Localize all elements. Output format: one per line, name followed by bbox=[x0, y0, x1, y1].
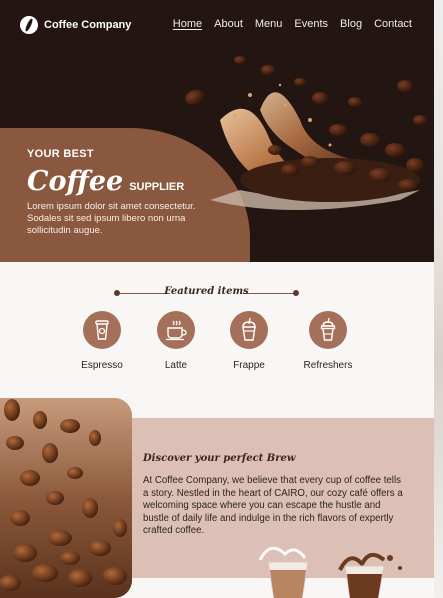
espresso-cup-icon bbox=[83, 311, 121, 349]
frappe-cup-icon bbox=[230, 311, 268, 349]
nav-link-about[interactable]: About bbox=[214, 18, 243, 30]
featured-item-label: Espresso bbox=[81, 360, 123, 371]
featured-heading: Featured items bbox=[114, 286, 299, 300]
featured-item-label: Latte bbox=[164, 360, 188, 371]
nav-menu: Home About Menu Events Blog Contact bbox=[173, 18, 412, 30]
coffee-bean-logo-icon bbox=[20, 16, 38, 34]
featured-item-refreshers[interactable]: Refreshers bbox=[288, 311, 368, 371]
hero-eyebrow: YOUR BEST bbox=[27, 148, 94, 160]
brand-name: Coffee Company bbox=[44, 19, 132, 31]
featured-item-frappe[interactable]: Frappe bbox=[209, 311, 289, 371]
coffee-cups-image bbox=[258, 546, 402, 598]
hero-script-word: Coffee bbox=[27, 166, 124, 197]
featured-item-espresso[interactable]: Espresso bbox=[62, 311, 142, 371]
coffee-beans-image bbox=[0, 398, 132, 598]
latte-mug-icon bbox=[157, 311, 195, 349]
featured-heading-label: Featured items bbox=[164, 286, 249, 297]
discover-title: Discover your perfect Brew bbox=[143, 453, 296, 464]
coffee-splash-image bbox=[185, 56, 427, 210]
featured-item-label: Refreshers bbox=[303, 360, 353, 371]
featured-item-label: Frappe bbox=[233, 360, 265, 371]
nav-link-home[interactable]: Home bbox=[173, 18, 202, 30]
featured-section: Featured items Espresso Latte Frappe Ref bbox=[0, 262, 434, 402]
hero-title: Coffee SUPPLIER bbox=[27, 166, 217, 197]
top-navigation: Coffee Company Home About Menu Events Bl… bbox=[0, 0, 434, 50]
brand-logo[interactable]: Coffee Company bbox=[20, 16, 131, 34]
nav-link-events[interactable]: Events bbox=[294, 18, 328, 30]
nav-link-blog[interactable]: Blog bbox=[340, 18, 362, 30]
nav-link-menu[interactable]: Menu bbox=[255, 18, 283, 30]
nav-link-contact[interactable]: Contact bbox=[374, 18, 412, 30]
discover-body: At Coffee Company, we believe that every… bbox=[143, 475, 403, 536]
featured-item-latte[interactable]: Latte bbox=[136, 311, 216, 371]
hero-description: Lorem ipsum dolor sit amet consectetur. … bbox=[27, 201, 196, 236]
refresher-cup-icon bbox=[309, 311, 347, 349]
canvas-edge bbox=[434, 0, 443, 598]
hero-text: YOUR BEST Coffee SUPPLIER Lorem ipsum do… bbox=[27, 148, 217, 237]
hero-section: Coffee Company Home About Menu Events Bl… bbox=[0, 0, 434, 262]
hero-title-suffix: SUPPLIER bbox=[129, 181, 185, 193]
landing-page: Coffee Company Home About Menu Events Bl… bbox=[0, 0, 443, 598]
